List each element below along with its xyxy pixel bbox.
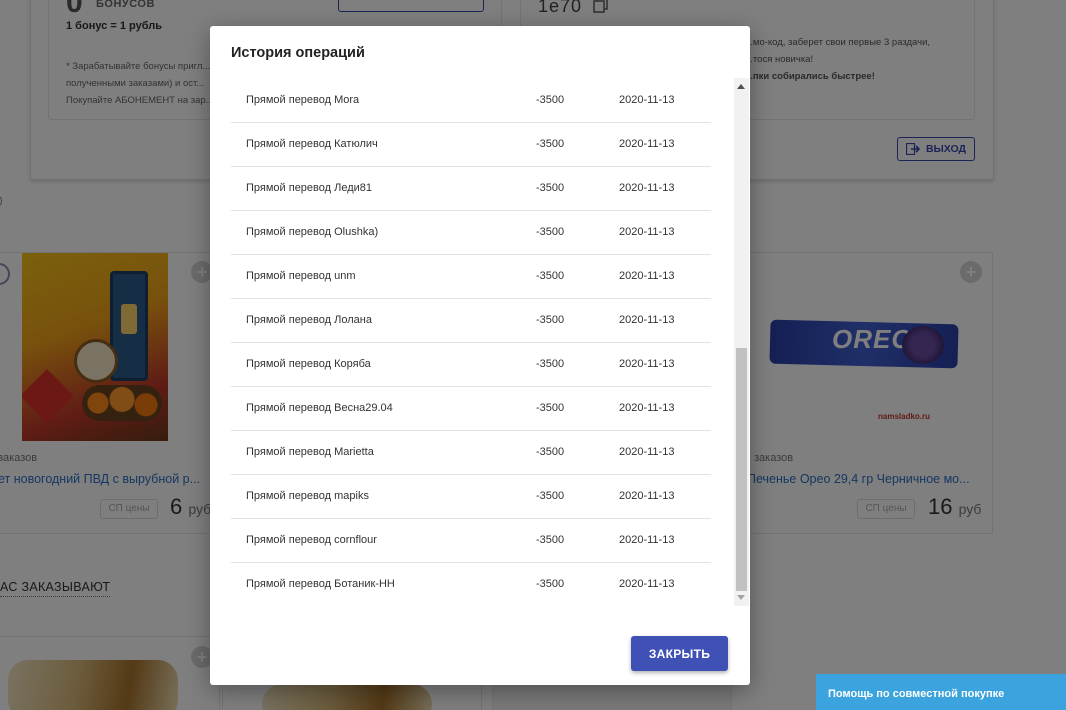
table-row: Прямой перевод Mora -3500 2020-11-13: [231, 78, 711, 122]
table-row: Прямой перевод Весна29.04 -3500 2020-11-13: [231, 386, 711, 430]
table-row: Прямой перевод Ботаник-НН -3500 2020-11-13: [231, 562, 711, 606]
operation-amount: -3500: [536, 270, 565, 282]
dialog-title: История операций: [231, 45, 365, 61]
table-row: Прямой перевод mapiks -3500 2020-11-13: [231, 474, 711, 518]
operation-amount: -3500: [536, 138, 565, 150]
operation-date: 2020-11-13: [619, 446, 675, 458]
table-row: Прямой перевод Коряба -3500 2020-11-13: [231, 342, 711, 386]
operation-date: 2020-11-13: [619, 358, 675, 370]
scrollbar-thumb[interactable]: [736, 348, 747, 591]
operation-description: Прямой перевод Весна29.04: [246, 402, 393, 414]
table-row: Прямой перевод Катюлич -3500 2020-11-13: [231, 122, 711, 166]
operation-description: Прямой перевод unm: [246, 270, 356, 282]
operation-description: Прямой перевод mapiks: [246, 490, 369, 502]
operation-description: Прямой перевод Marietta: [246, 446, 374, 458]
operation-description: Прямой перевод Olushka): [246, 226, 379, 238]
operation-description: Прямой перевод Леди81: [246, 182, 373, 194]
table-row: Прямой перевод Леди81 -3500 2020-11-13: [231, 166, 711, 210]
operation-amount: -3500: [536, 446, 565, 458]
operation-date: 2020-11-13: [619, 578, 675, 590]
scrollbar[interactable]: [734, 78, 749, 606]
operation-description: Прямой перевод Лолана: [246, 314, 372, 326]
operation-description: Прямой перевод Mora: [246, 93, 360, 106]
operation-description: Прямой перевод Коряба: [246, 358, 371, 370]
operation-amount: -3500: [536, 314, 565, 326]
operation-amount: -3500: [536, 93, 565, 106]
operation-date: 2020-11-13: [619, 138, 675, 150]
operation-date: 2020-11-13: [619, 490, 675, 502]
scroll-down-icon[interactable]: [737, 595, 745, 600]
operation-date: 2020-11-13: [619, 226, 675, 238]
operation-description: Прямой перевод Катюлич: [246, 138, 378, 150]
operations-table: Прямой перевод Mora -3500 2020-11-13 Прямой…: [231, 78, 711, 606]
operation-amount: -3500: [536, 578, 565, 590]
table-row: Прямой перевод Olushka) -3500 2020-11-13: [231, 210, 711, 254]
operation-amount: -3500: [536, 182, 565, 194]
operation-amount: -3500: [536, 358, 565, 370]
operation-amount: -3500: [536, 402, 565, 414]
operation-description: Прямой перевод cornflour: [246, 534, 377, 546]
operations-list[interactable]: Прямой перевод Mora -3500 2020-11-13 Прямой…: [231, 78, 749, 606]
table-row: Прямой перевод unm -3500 2020-11-13: [231, 254, 711, 298]
operation-date: 2020-11-13: [619, 93, 675, 106]
operation-date: 2020-11-13: [619, 270, 675, 282]
table-row: Прямой перевод Marietta -3500 2020-11-13: [231, 430, 711, 474]
operation-amount: -3500: [536, 226, 565, 238]
operation-amount: -3500: [536, 490, 565, 502]
help-widget[interactable]: Помощь по совместной покупке: [816, 674, 1066, 710]
table-row: Прямой перевод Лолана -3500 2020-11-13: [231, 298, 711, 342]
operation-date: 2020-11-13: [619, 182, 675, 194]
close-button[interactable]: ЗАКРЫТЬ: [631, 636, 728, 671]
operation-date: 2020-11-13: [619, 534, 675, 546]
operation-date: 2020-11-13: [619, 314, 675, 326]
operation-amount: -3500: [536, 534, 565, 546]
operation-date: 2020-11-13: [619, 402, 675, 414]
operations-history-dialog: История операций Прямой перевод Mora -350…: [210, 26, 750, 685]
operation-description: Прямой перевод Ботаник-НН: [246, 578, 395, 590]
scroll-up-icon[interactable]: [737, 84, 745, 89]
table-row: Прямой перевод cornflour -3500 2020-11-13: [231, 518, 711, 562]
